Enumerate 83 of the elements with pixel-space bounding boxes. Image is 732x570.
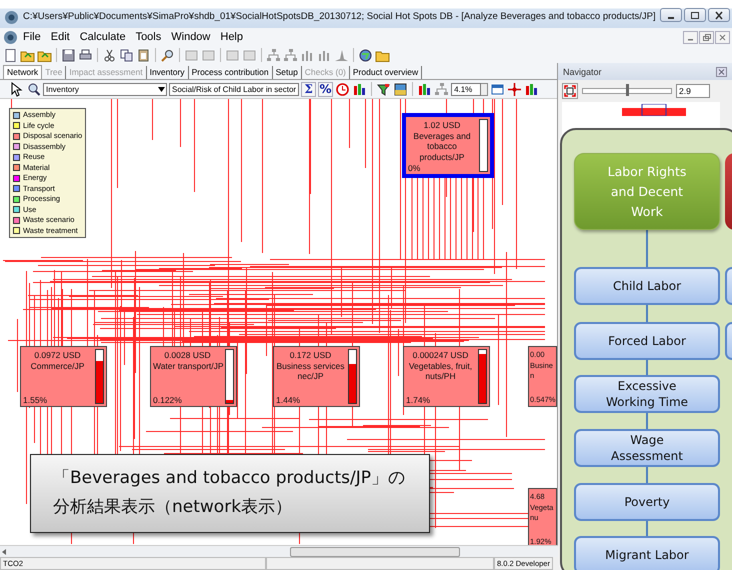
indicator-dropdown[interactable]: Inventory [43, 82, 167, 96]
filter-icon[interactable] [376, 82, 392, 96]
node-name: Beverages and [412, 130, 472, 141]
network-thumbnail-drawing [622, 104, 686, 116]
menu-item[interactable]: Tools [130, 30, 166, 44]
node-name: Business services [276, 360, 345, 371]
search-icon[interactable] [160, 48, 175, 62]
maximize-button[interactable] [684, 8, 706, 22]
menu-item[interactable]: Edit [46, 30, 75, 44]
node-name: nuts/PH [424, 371, 457, 382]
node-share: 0.122% [153, 394, 182, 405]
node-name: products/JP [418, 152, 466, 162]
subcategory-box: Excessive Working Time [574, 375, 720, 413]
category-field[interactable]: Social/Risk of Child Labor in sector [169, 82, 300, 96]
panel-title: Navigator [563, 66, 602, 76]
node-amount: 0.172 USD [288, 350, 332, 360]
tree-icon[interactable] [266, 48, 281, 62]
app-logo-icon[interactable] [4, 10, 19, 25]
globe-icon[interactable] [358, 48, 373, 62]
node-name: Water transport/JP [153, 360, 222, 371]
subcategory-box: Child Labor [574, 267, 720, 305]
node-name: tobacco [426, 141, 458, 152]
process-node[interactable]: 0.000247 USD Vegetables, fruit, nuts/PH 1.74% [403, 346, 490, 407]
node-amount: 0.0028 USD [163, 350, 212, 360]
node-amount: 0.0972 USD [33, 350, 82, 360]
process-node[interactable]: 1.02 USD Beverages and tobacco products/JP 0% [402, 113, 494, 178]
tree-icon[interactable] [283, 48, 298, 62]
spin-buttons[interactable] [481, 82, 488, 96]
process-node[interactable]: 0.0028 USD Water transport/JP 0.122% [150, 346, 237, 407]
node-share: 1.44% [276, 394, 300, 405]
scroll-thumb[interactable] [290, 546, 460, 556]
node-amount: 1.02 USD [422, 120, 462, 130]
menu-item[interactable]: Help [215, 30, 248, 44]
caption-text: 「Beverages and tobacco products/JP」の [53, 467, 406, 490]
save-icon[interactable] [61, 48, 76, 62]
copy-icon[interactable] [119, 48, 134, 62]
cut-icon[interactable] [102, 48, 117, 62]
tab[interactable]: Process contribution [188, 66, 273, 79]
process-node[interactable]: 0.172 USD Business services nec/JP 1.44% [273, 346, 360, 407]
node-share: 1.55% [23, 394, 48, 405]
minimize-button[interactable] [660, 8, 682, 22]
app-logo-icon[interactable] [3, 30, 18, 44]
process-node[interactable]: 0.0972 USD Commerce/JP 1.55% [20, 346, 107, 407]
clock-icon[interactable] [335, 82, 350, 96]
node-name: nec/JP [296, 371, 324, 382]
subcategory-box: Poverty [574, 483, 720, 521]
new-file-icon[interactable] [3, 48, 18, 62]
zoom-icon[interactable] [26, 82, 41, 96]
fit-view-icon[interactable] [562, 83, 578, 99]
pointer-icon[interactable] [9, 82, 24, 96]
menu-item[interactable]: Window [166, 30, 216, 44]
bar-chart-icon[interactable] [524, 82, 540, 96]
category-box: Labor Rights and Decent Work [574, 153, 720, 230]
subcategory-box: Wage Assessment [574, 429, 720, 467]
bar-chart-icon[interactable] [417, 82, 432, 96]
node-name: Commerce/JP [30, 360, 86, 371]
subcategory-box: Migrant Labor [574, 536, 720, 570]
window-icon[interactable] [490, 82, 506, 96]
tab[interactable]: Inventory [146, 66, 189, 79]
tab[interactable]: Network [3, 65, 42, 79]
menu-item[interactable]: Calculate [74, 30, 131, 44]
dropdown-value: Inventory [46, 84, 79, 94]
percent-button[interactable]: % [318, 82, 334, 96]
subcategory-box: Forced Labor [574, 322, 720, 360]
printer-icon[interactable] [78, 48, 93, 62]
close-button[interactable] [708, 8, 730, 22]
node-amount: 0.000247 USD [412, 350, 470, 360]
sum-button[interactable]: Σ [301, 82, 316, 96]
node-share: 1.74% [406, 394, 430, 405]
window-title: C:¥Users¥Public¥Documents¥SimaPro¥shdb_01¥SocialHotSpotsDB_20130712; Social Hot Spots DB - [Analyze Beverages and tobacco products/JP] [23, 10, 656, 23]
caret-icon [157, 86, 166, 92]
move-icon[interactable] [507, 82, 522, 96]
horizontal-scrollbar[interactable] [0, 545, 558, 557]
node-name: Vegetables, fruit, [408, 360, 474, 371]
slider-thumb[interactable] [626, 84, 629, 96]
bar-chart-icon[interactable] [352, 82, 368, 96]
zoom-field[interactable]: 2.9 [676, 84, 710, 98]
paste-icon[interactable] [136, 48, 151, 62]
caption-text: 分析結果表示（network表示） [53, 496, 294, 519]
tab[interactable]: Setup [272, 66, 302, 79]
menu-item[interactable]: File [18, 30, 46, 44]
cutoff-field[interactable]: 4.1% [451, 82, 482, 96]
node-share: 0% [408, 162, 420, 173]
